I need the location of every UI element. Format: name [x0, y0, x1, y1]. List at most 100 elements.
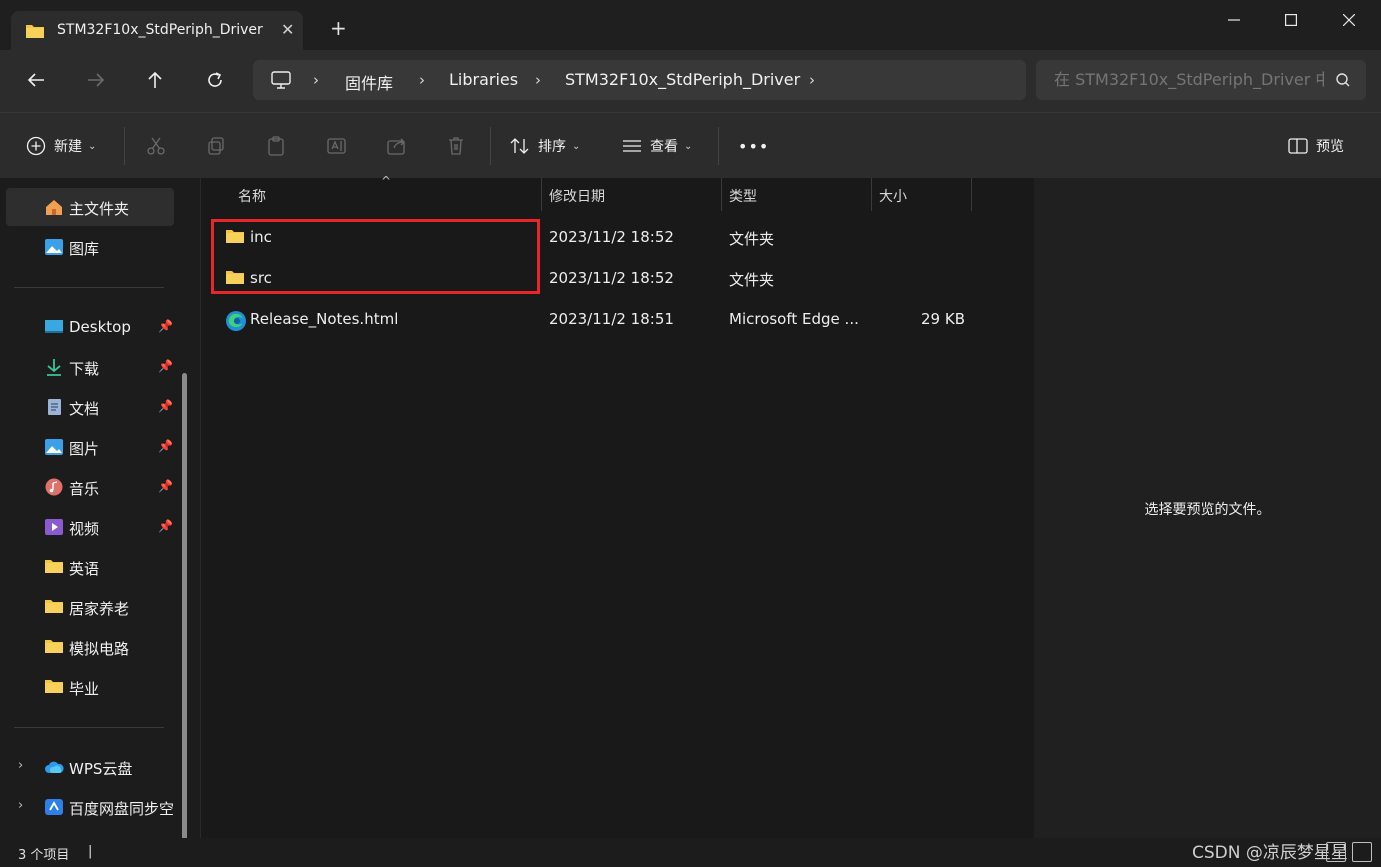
- details-view-icon[interactable]: [1326, 842, 1346, 862]
- pin-icon[interactable]: 📌: [158, 319, 173, 333]
- baidu-icon: [44, 798, 64, 816]
- sidebar-item-videos[interactable]: 视频 📌: [6, 508, 174, 546]
- address-row: › 固件库 › Libraries › STM32F10x_StdPeriph_…: [0, 50, 1381, 112]
- sidebar-item-english[interactable]: 英语: [6, 548, 174, 586]
- file-type: Microsoft Edge ...: [729, 310, 859, 328]
- paste-button[interactable]: [266, 133, 286, 159]
- new-tab-plus-icon[interactable]: +: [330, 18, 347, 38]
- status-separator: |: [88, 844, 93, 859]
- column-divider[interactable]: [721, 178, 722, 211]
- view-list-icon: [623, 140, 641, 152]
- cut-button[interactable]: [146, 133, 166, 159]
- file-row[interactable]: inc 2023/11/2 18:52 文件夹: [213, 218, 983, 258]
- sort-button[interactable]: 排序 ⌄: [510, 133, 580, 159]
- folder-icon: [44, 678, 64, 696]
- search-icon[interactable]: [1335, 72, 1351, 92]
- music-icon: [44, 478, 64, 496]
- folder-icon: [225, 269, 247, 289]
- breadcrumb-item[interactable]: 固件库: [345, 70, 393, 94]
- sidebar-item-graduation[interactable]: 毕业: [6, 668, 174, 706]
- more-options-button[interactable]: •••: [738, 133, 769, 159]
- preview-pane-icon: [1288, 138, 1308, 154]
- view-button[interactable]: 查看 ⌄: [622, 133, 692, 159]
- chevron-right-icon[interactable]: ›: [18, 798, 23, 813]
- edge-icon: [225, 310, 247, 331]
- sidebar-item-home[interactable]: 主文件夹: [6, 188, 174, 226]
- sidebar-item-wps-cloud[interactable]: › WPS云盘: [6, 748, 174, 786]
- share-button[interactable]: [386, 133, 408, 159]
- chevron-right-icon[interactable]: ›: [313, 71, 319, 89]
- tab-title: STM32F10x_StdPeriph_Driver: [57, 22, 263, 38]
- folder-icon: [25, 23, 45, 43]
- pin-icon[interactable]: 📌: [158, 439, 173, 453]
- download-icon: [44, 358, 64, 376]
- column-header-size[interactable]: 大小: [879, 186, 907, 206]
- column-divider[interactable]: [871, 178, 872, 211]
- column-header-name[interactable]: 名称: [238, 186, 266, 206]
- trash-icon: [449, 137, 463, 155]
- chevron-down-icon: ⌄: [684, 140, 693, 152]
- refresh-icon[interactable]: [203, 68, 227, 92]
- computer-icon: [271, 71, 291, 93]
- maximize-icon[interactable]: [1263, 0, 1319, 40]
- status-bar: 3 个项目 | CSDN @凉辰梦星星: [0, 838, 1381, 867]
- back-arrow-icon[interactable]: [24, 68, 48, 92]
- file-type: 文件夹: [729, 271, 775, 289]
- sidebar-item-music[interactable]: 音乐 📌: [6, 468, 174, 506]
- up-arrow-icon[interactable]: [143, 68, 167, 92]
- breadcrumb-item[interactable]: Libraries: [449, 70, 518, 89]
- rename-button[interactable]: [326, 133, 348, 159]
- sidebar-item-elderly-care[interactable]: 居家养老: [6, 588, 174, 626]
- column-header-modified[interactable]: 修改日期: [549, 186, 605, 206]
- address-bar[interactable]: › 固件库 › Libraries › STM32F10x_StdPeriph_…: [253, 60, 1026, 100]
- column-divider[interactable]: [541, 178, 542, 211]
- chevron-right-icon[interactable]: ›: [18, 758, 23, 773]
- file-modified: 2023/11/2 18:52: [549, 228, 674, 246]
- chevron-right-icon[interactable]: ›: [809, 71, 815, 89]
- sidebar-item-pictures[interactable]: 图片 📌: [6, 428, 174, 466]
- tab-active[interactable]: STM32F10x_StdPeriph_Driver ✕: [11, 11, 303, 51]
- folder-icon: [44, 598, 64, 616]
- forward-arrow-icon[interactable]: [84, 68, 108, 92]
- column-divider[interactable]: [971, 178, 972, 211]
- window-close-icon[interactable]: [1321, 0, 1377, 40]
- preview-message: 选择要预览的文件。: [1144, 502, 1271, 518]
- file-name: inc: [250, 228, 272, 246]
- sidebar-item-downloads[interactable]: 下载 📌: [6, 348, 174, 386]
- chevron-right-icon[interactable]: ›: [419, 71, 425, 89]
- new-label: 新建: [54, 139, 82, 155]
- file-row[interactable]: src 2023/11/2 18:52 文件夹: [213, 259, 983, 299]
- sidebar-item-gallery[interactable]: 图库: [6, 228, 174, 266]
- search-input[interactable]: [1054, 70, 1324, 89]
- preview-pane-button[interactable]: 预览: [1288, 133, 1344, 159]
- pin-icon[interactable]: 📌: [158, 359, 173, 373]
- minimize-icon[interactable]: [1206, 0, 1262, 40]
- folder-icon: [44, 638, 64, 656]
- sort-asc-icon: ^: [381, 174, 392, 188]
- copy-button[interactable]: [206, 133, 226, 159]
- file-modified: 2023/11/2 18:51: [549, 310, 674, 328]
- pin-icon[interactable]: 📌: [158, 479, 173, 493]
- file-row[interactable]: Release_Notes.html 2023/11/2 18:51 Micro…: [213, 300, 983, 340]
- item-count: 3 个项目: [18, 848, 70, 863]
- pictures-icon: [44, 438, 64, 456]
- chevron-down-icon: ⌄: [572, 140, 581, 152]
- delete-button[interactable]: [446, 133, 466, 159]
- column-header-type[interactable]: 类型: [729, 186, 757, 206]
- chevron-right-icon[interactable]: ›: [535, 71, 541, 89]
- pin-icon[interactable]: 📌: [158, 399, 173, 413]
- desktop-icon: [44, 318, 64, 336]
- sidebar-item-baidu-sync[interactable]: › 百度网盘同步空: [6, 788, 174, 826]
- breadcrumb-item[interactable]: STM32F10x_StdPeriph_Driver: [565, 70, 800, 89]
- sidebar-item-analog-circuits[interactable]: 模拟电路: [6, 628, 174, 666]
- sidebar-item-documents[interactable]: 文档 📌: [6, 388, 174, 426]
- tab-close-icon[interactable]: ✕: [281, 20, 294, 39]
- new-button[interactable]: 新建 ⌄: [26, 133, 96, 159]
- sidebar-scrollbar[interactable]: [182, 373, 187, 841]
- title-bar: STM32F10x_StdPeriph_Driver ✕ +: [0, 0, 1381, 51]
- pin-icon[interactable]: 📌: [158, 519, 173, 533]
- tiles-view-icon[interactable]: [1352, 842, 1372, 862]
- sidebar-item-desktop[interactable]: Desktop 📌: [6, 308, 174, 346]
- view-label: 查看: [650, 139, 678, 155]
- search-box[interactable]: [1036, 60, 1366, 100]
